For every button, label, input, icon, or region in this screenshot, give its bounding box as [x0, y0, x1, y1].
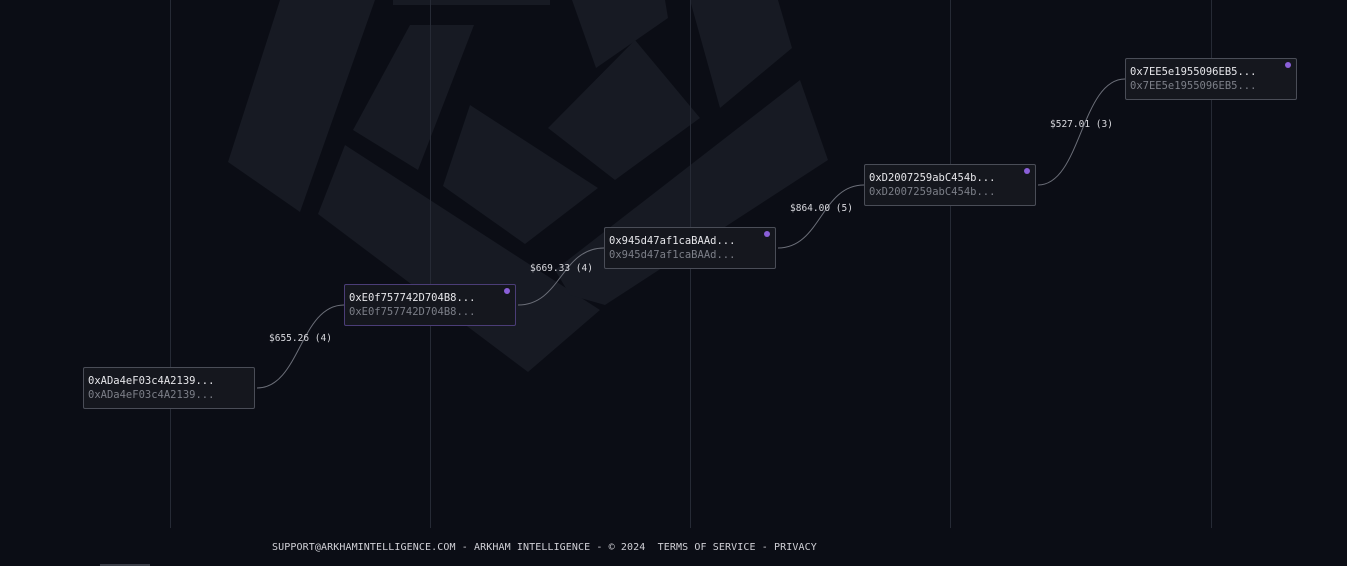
edge-n2-n3[interactable] — [517, 247, 605, 306]
entity-dot-icon — [1024, 168, 1030, 174]
footer-separator: - — [596, 542, 603, 553]
node-address: 0x7EE5e1955096EB5... — [1130, 66, 1257, 78]
edge-label: $527.01 (3) — [1050, 119, 1113, 130]
edge-n3-n4[interactable] — [777, 184, 865, 249]
footer: SUPPORT@ARKHAMINTELLIGENCE.COM - ARKHAM … — [272, 542, 817, 553]
edge-n1-n2[interactable] — [256, 304, 345, 389]
footer-separator: - — [761, 542, 768, 553]
entity-dot-icon — [504, 288, 510, 294]
edge-n4-n5[interactable] — [1037, 78, 1126, 186]
terms-of-service-link[interactable]: TERMS OF SERVICE — [658, 542, 756, 553]
transaction-flow-canvas[interactable]: $655.26 (4) $669.33 (4) $864.00 (5) $527… — [0, 0, 1347, 566]
node-address: 0xADa4eF03c4A2139... — [88, 375, 215, 387]
address-node[interactable]: 0x945d47af1caBAAd... 0x945d47af1caBAAd..… — [604, 227, 776, 269]
address-node[interactable]: 0xD2007259abC454b... 0xD2007259abC454b..… — [864, 164, 1036, 206]
address-node[interactable]: 0xE0f757742D704B8... 0xE0f757742D704B8..… — [344, 284, 516, 326]
edge-label: $669.33 (4) — [530, 263, 593, 274]
node-address-secondary: 0xD2007259abC454b... — [869, 186, 996, 198]
company-name: ARKHAM INTELLIGENCE — [474, 542, 591, 553]
node-address: 0x945d47af1caBAAd... — [609, 235, 736, 247]
node-address: 0xD2007259abC454b... — [869, 172, 996, 184]
entity-dot-icon — [764, 231, 770, 237]
address-node[interactable]: 0xADa4eF03c4A2139... 0xADa4eF03c4A2139..… — [83, 367, 255, 409]
node-address-secondary: 0xADa4eF03c4A2139... — [88, 389, 215, 401]
node-address-secondary: 0xE0f757742D704B8... — [349, 306, 476, 318]
copyright: © 2024 — [608, 542, 646, 553]
privacy-link[interactable]: PRIVACY — [774, 542, 817, 553]
address-node[interactable]: 0x7EE5e1955096EB5... 0x7EE5e1955096EB5..… — [1125, 58, 1297, 100]
entity-dot-icon — [1285, 62, 1291, 68]
edge-label: $864.00 (5) — [790, 203, 853, 214]
footer-separator: - — [461, 542, 468, 553]
node-address-secondary: 0x7EE5e1955096EB5... — [1130, 80, 1257, 92]
support-email-link[interactable]: SUPPORT@ARKHAMINTELLIGENCE.COM — [272, 542, 456, 553]
node-address: 0xE0f757742D704B8... — [349, 292, 476, 304]
edge-label: $655.26 (4) — [269, 333, 332, 344]
node-address-secondary: 0x945d47af1caBAAd... — [609, 249, 736, 261]
